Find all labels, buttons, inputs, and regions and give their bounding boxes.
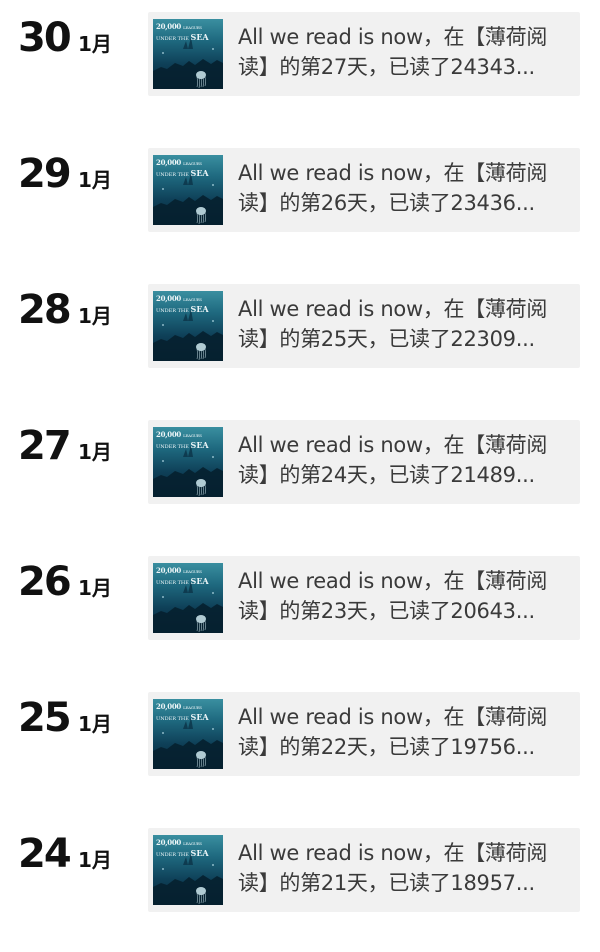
timeline-entry: 24 1月 20,000 LEAGUES UNDER THE SEA All w…	[0, 816, 600, 952]
date-month: 1月	[78, 848, 112, 872]
post-title-line2: 读】的第24天，已读了21489...	[238, 463, 535, 487]
book-cover-thumbnail: 20,000 LEAGUES UNDER THE SEA	[153, 155, 223, 225]
cover-title: 20,000 LEAGUES	[156, 294, 202, 303]
date-month: 1月	[78, 440, 112, 464]
post-title-line2: 读】的第26天，已读了23436...	[238, 191, 535, 215]
post-card[interactable]: 20,000 LEAGUES UNDER THE SEA All we read…	[148, 148, 580, 232]
date-day: 28	[18, 287, 72, 333]
book-cover-thumbnail: 20,000 LEAGUES UNDER THE SEA	[153, 835, 223, 905]
post-card[interactable]: 20,000 LEAGUES UNDER THE SEA All we read…	[148, 12, 580, 96]
post-title-line2: 读】的第21天，已读了18957...	[238, 871, 535, 895]
date-month: 1月	[78, 304, 112, 328]
post-title-line1: All we read is now，在【薄荷阅	[238, 297, 548, 321]
post-title[interactable]: All we read is now，在【薄荷阅 读】的第23天，已读了2064…	[238, 566, 578, 626]
date-day: 29	[18, 151, 72, 197]
timeline-entry: 27 1月 20,000 LEAGUES UNDER THE SEA All w…	[0, 408, 600, 544]
entry-date: 27 1月	[18, 420, 138, 480]
post-title[interactable]: All we read is now，在【薄荷阅 读】的第27天，已读了2434…	[238, 22, 578, 82]
timeline-entry: 26 1月 20,000 LEAGUES UNDER THE SEA All w…	[0, 544, 600, 680]
cover-subtitle: UNDER THE SEA	[156, 32, 209, 42]
post-card[interactable]: 20,000 LEAGUES UNDER THE SEA All we read…	[148, 828, 580, 912]
post-title[interactable]: All we read is now，在【薄荷阅 读】的第25天，已读了2230…	[238, 294, 578, 354]
entry-date: 25 1月	[18, 692, 138, 752]
book-cover-thumbnail: 20,000 LEAGUES UNDER THE SEA	[153, 291, 223, 361]
entry-date: 29 1月	[18, 148, 138, 208]
cover-subtitle: UNDER THE SEA	[156, 168, 209, 178]
post-title[interactable]: All we read is now，在【薄荷阅 读】的第26天，已读了2343…	[238, 158, 578, 218]
post-title-line1: All we read is now，在【薄荷阅	[238, 161, 548, 185]
cover-title: 20,000 LEAGUES	[156, 566, 202, 575]
post-card[interactable]: 20,000 LEAGUES UNDER THE SEA All we read…	[148, 284, 580, 368]
cover-title: 20,000 LEAGUES	[156, 430, 202, 439]
book-cover-thumbnail: 20,000 LEAGUES UNDER THE SEA	[153, 699, 223, 769]
cover-title: 20,000 LEAGUES	[156, 702, 202, 711]
timeline-entry: 28 1月 20,000 LEAGUES UNDER THE SEA All w…	[0, 272, 600, 408]
post-title-line1: All we read is now，在【薄荷阅	[238, 25, 548, 49]
post-title-line1: All we read is now，在【薄荷阅	[238, 841, 548, 865]
cover-subtitle: UNDER THE SEA	[156, 440, 209, 450]
timeline-entry: 30 1月 20,000 LEAGUES UNDER THE SEA All w…	[0, 0, 600, 136]
cover-subtitle: UNDER THE SEA	[156, 304, 209, 314]
post-title[interactable]: All we read is now，在【薄荷阅 读】的第21天，已读了1895…	[238, 838, 578, 898]
cover-subtitle: UNDER THE SEA	[156, 576, 209, 586]
post-title-line1: All we read is now，在【薄荷阅	[238, 433, 548, 457]
post-card[interactable]: 20,000 LEAGUES UNDER THE SEA All we read…	[148, 420, 580, 504]
entry-date: 26 1月	[18, 556, 138, 616]
date-month: 1月	[78, 168, 112, 192]
entry-date: 30 1月	[18, 12, 138, 72]
date-month: 1月	[78, 576, 112, 600]
date-day: 25	[18, 695, 72, 741]
cover-subtitle: UNDER THE SEA	[156, 712, 209, 722]
entry-date: 24 1月	[18, 828, 138, 888]
date-day: 26	[18, 559, 72, 605]
book-cover-thumbnail: 20,000 LEAGUES UNDER THE SEA	[153, 19, 223, 89]
post-title-line2: 读】的第22天，已读了19756...	[238, 735, 535, 759]
cover-title: 20,000 LEAGUES	[156, 158, 202, 167]
book-cover-thumbnail: 20,000 LEAGUES UNDER THE SEA	[153, 563, 223, 633]
date-day: 27	[18, 423, 72, 469]
post-title-line1: All we read is now，在【薄荷阅	[238, 705, 548, 729]
post-title-line1: All we read is now，在【薄荷阅	[238, 569, 548, 593]
cover-subtitle: UNDER THE SEA	[156, 848, 209, 858]
cover-title: 20,000 LEAGUES	[156, 22, 202, 31]
entry-date: 28 1月	[18, 284, 138, 344]
book-cover-thumbnail: 20,000 LEAGUES UNDER THE SEA	[153, 427, 223, 497]
post-timeline: 30 1月 20,000 LEAGUES UNDER THE SEA All w…	[0, 0, 600, 949]
date-month: 1月	[78, 712, 112, 736]
post-title[interactable]: All we read is now，在【薄荷阅 读】的第24天，已读了2148…	[238, 430, 578, 490]
post-title-line2: 读】的第23天，已读了20643...	[238, 599, 535, 623]
timeline-entry: 29 1月 20,000 LEAGUES UNDER THE SEA All w…	[0, 136, 600, 272]
date-day: 30	[18, 15, 72, 61]
timeline-entry: 25 1月 20,000 LEAGUES UNDER THE SEA All w…	[0, 680, 600, 816]
post-title-line2: 读】的第25天，已读了22309...	[238, 327, 535, 351]
post-card[interactable]: 20,000 LEAGUES UNDER THE SEA All we read…	[148, 692, 580, 776]
post-title-line2: 读】的第27天，已读了24343...	[238, 55, 535, 79]
date-month: 1月	[78, 32, 112, 56]
date-day: 24	[18, 831, 72, 877]
post-title[interactable]: All we read is now，在【薄荷阅 读】的第22天，已读了1975…	[238, 702, 578, 762]
post-card[interactable]: 20,000 LEAGUES UNDER THE SEA All we read…	[148, 556, 580, 640]
cover-title: 20,000 LEAGUES	[156, 838, 202, 847]
